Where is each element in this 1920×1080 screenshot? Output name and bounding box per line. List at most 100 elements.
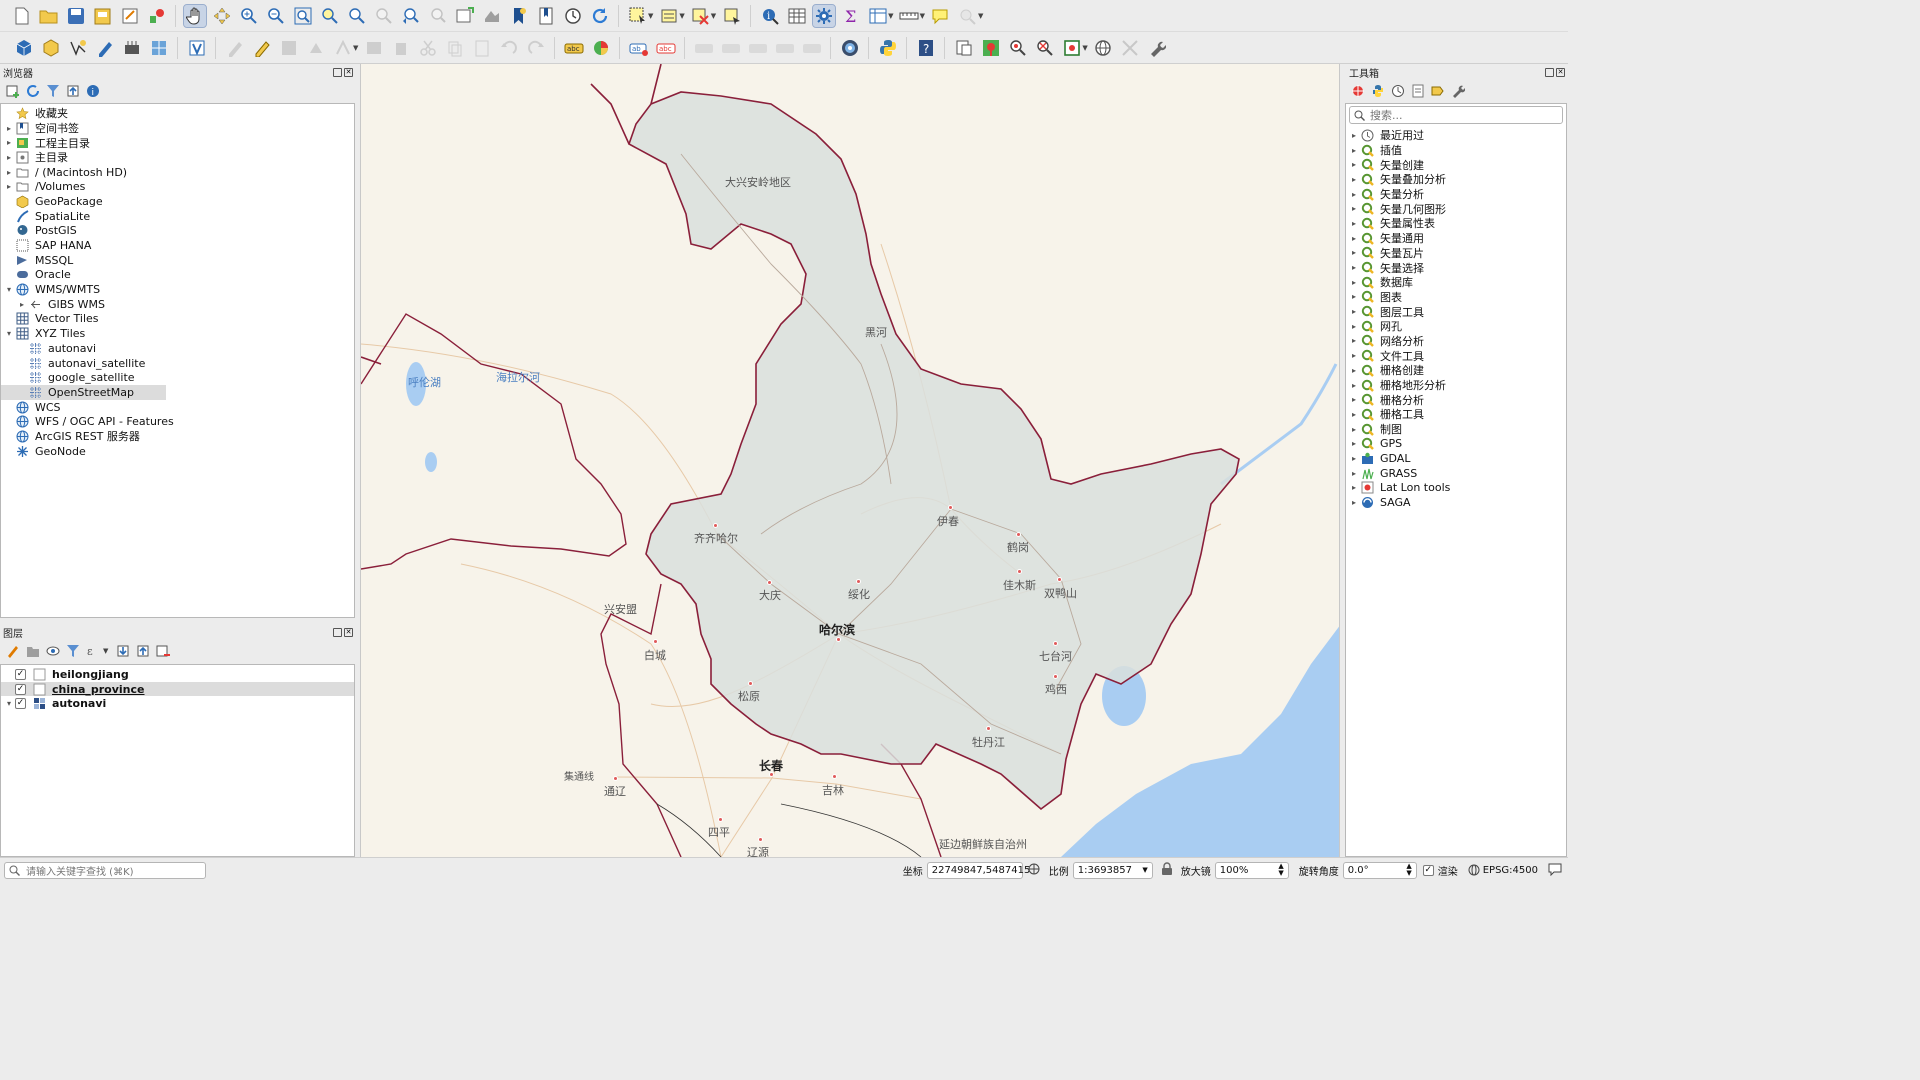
manage-visibility-icon[interactable] <box>46 644 60 658</box>
collapsed-arrow-icon[interactable]: ▸ <box>1348 160 1360 169</box>
measure-dropdown-icon[interactable]: ▼ <box>920 12 925 20</box>
zoom-out-map-icon[interactable] <box>1034 37 1056 59</box>
change-label-icon[interactable] <box>747 37 769 59</box>
toolbox-item[interactable]: ▸ 矢量通用 <box>1346 231 1566 246</box>
collapsed-arrow-icon[interactable]: ▸ <box>3 138 15 147</box>
extent-icon[interactable] <box>1061 37 1083 59</box>
collapsed-arrow-icon[interactable]: ▸ <box>1348 146 1360 155</box>
new-3d-map-view-icon[interactable] <box>481 5 503 27</box>
pan-to-selection-icon[interactable] <box>211 5 233 27</box>
rotate-label-icon[interactable] <box>720 37 742 59</box>
collapsed-arrow-icon[interactable]: ▸ <box>1348 336 1360 345</box>
digitize-icon[interactable] <box>94 37 116 59</box>
toolbox-item[interactable]: ▸ 网孔 <box>1346 319 1566 334</box>
properties-info-icon[interactable]: i <box>86 84 100 98</box>
browser-item[interactable]: ArcGIS REST 服务器 <box>1 429 354 444</box>
vertex-dropdown-icon[interactable]: ▼ <box>353 44 358 52</box>
browser-item[interactable]: WCS <box>1 400 354 415</box>
results-viewer-icon[interactable] <box>1411 84 1425 98</box>
history-icon[interactable] <box>1391 84 1405 98</box>
toolbox-item[interactable]: ▸ 栅格分析 <box>1346 392 1566 407</box>
browser-item[interactable]: OpenStreetMap <box>1 385 166 400</box>
coordinate-mode-icon[interactable] <box>1027 862 1045 879</box>
collapsed-arrow-icon[interactable]: ▸ <box>3 124 15 133</box>
collapsed-arrow-icon[interactable]: ▸ <box>1348 395 1360 404</box>
zoom-native-icon[interactable] <box>373 5 395 27</box>
collapsed-arrow-icon[interactable]: ▸ <box>1348 469 1360 478</box>
toolbox-item[interactable]: ▸ 矢量分析 <box>1346 187 1566 202</box>
copy-features-icon[interactable] <box>444 37 466 59</box>
collapsed-arrow-icon[interactable]: ▸ <box>1348 248 1360 257</box>
browser-item[interactable]: ▾ WMS/WMTS <box>1 282 354 297</box>
pin-labels-icon[interactable]: ab <box>628 37 650 59</box>
toolbox-item[interactable]: ▸ GPS <box>1346 436 1566 451</box>
layer-item[interactable]: ▾ ✓ autonavi <box>1 696 354 711</box>
toolbox-item[interactable]: ▸ 矢量几何图形 <box>1346 201 1566 216</box>
map-canvas[interactable]: 大兴安岭地区 黑河 呼伦湖 海拉尔河 伊春 鹤岗 齐齐哈尔 佳木斯 双鸭山 大庆… <box>360 64 1340 857</box>
collapsed-arrow-icon[interactable]: ▸ <box>1348 322 1360 331</box>
refresh-icon[interactable] <box>589 5 611 27</box>
toolbox-item[interactable]: ▸ 网络分析 <box>1346 334 1566 349</box>
toolbox-item[interactable]: ▸ 最近用过 <box>1346 128 1566 143</box>
current-edits-icon[interactable] <box>224 37 246 59</box>
toolbox-item[interactable]: ▸ GDAL <box>1346 451 1566 466</box>
filter-browser-icon[interactable] <box>46 84 60 98</box>
float-panel-icon[interactable] <box>333 627 342 637</box>
show-bookmarks-icon[interactable] <box>535 5 557 27</box>
settings-wrench-icon[interactable] <box>1146 37 1168 59</box>
browser-item[interactable]: ▸ /Volumes <box>1 179 354 194</box>
collapsed-arrow-icon[interactable]: ▸ <box>1348 219 1360 228</box>
delete-selected-icon[interactable] <box>390 37 412 59</box>
browser-item[interactable]: MSSQL <box>1 253 354 268</box>
filter-legend-icon[interactable] <box>66 644 80 658</box>
globe-icon[interactable] <box>1092 37 1114 59</box>
zoom-in-icon[interactable] <box>238 5 260 27</box>
collapse-all-icon[interactable] <box>66 84 80 98</box>
locator-search-box[interactable]: 请输入关键字查找 (⌘K) <box>4 861 206 879</box>
toolbox-item[interactable]: ▸ 矢量属性表 <box>1346 216 1566 231</box>
plugins-dropdown-icon[interactable]: ▼ <box>978 12 983 20</box>
collapsed-arrow-icon[interactable]: ▸ <box>16 300 28 309</box>
statistical-summary-icon[interactable]: Σ <box>840 5 862 27</box>
processing-toolbox-icon[interactable] <box>811 3 836 28</box>
help-icon[interactable]: ? <box>915 37 937 59</box>
close-panel-icon[interactable]: ✕ <box>344 627 353 637</box>
rotation-field[interactable]: 0.0° ▲ ▼ <box>1342 861 1417 879</box>
new-bookmark-icon[interactable] <box>508 5 530 27</box>
toolbox-item[interactable]: ▸ 栅格工具 <box>1346 407 1566 422</box>
toolbox-item[interactable]: ▸ 矢量创建 <box>1346 157 1566 172</box>
show-hide-labels-icon[interactable] <box>774 37 796 59</box>
new-geopackage-icon[interactable] <box>40 37 62 59</box>
add-selected-layers-icon[interactable] <box>6 84 20 98</box>
attribute-table-icon[interactable] <box>786 5 808 27</box>
add-group-icon[interactable] <box>26 644 40 658</box>
float-panel-icon[interactable] <box>1545 67 1554 77</box>
heilongjiang-province[interactable] <box>628 91 1240 811</box>
close-panel-icon[interactable]: ✕ <box>1556 67 1565 77</box>
collapsed-arrow-icon[interactable]: ▸ <box>1348 278 1360 287</box>
table-dropdown-icon[interactable]: ▼ <box>888 12 893 20</box>
toolbox-item[interactable]: ▸ 图层工具 <box>1346 304 1566 319</box>
zoom-to-layer-icon[interactable] <box>346 5 368 27</box>
collapsed-arrow-icon[interactable]: ▸ <box>3 168 15 177</box>
toolbox-item[interactable]: ▸ 矢量瓦片 <box>1346 246 1566 261</box>
paste-features-icon[interactable] <box>471 37 493 59</box>
close-panel-icon[interactable]: ✕ <box>344 67 353 77</box>
toolbox-item[interactable]: ▸ 图表 <box>1346 290 1566 305</box>
processing-model-icon[interactable] <box>1119 37 1141 59</box>
toolbox-item[interactable]: ▸ 矢量选择 <box>1346 260 1566 275</box>
browser-item[interactable]: ▸ / (Macintosh HD) <box>1 165 354 180</box>
open-project-icon[interactable] <box>38 5 60 27</box>
label-properties-icon[interactable] <box>801 37 823 59</box>
browser-item[interactable]: ▸ GIBS WMS <box>1 297 354 312</box>
toolbox-item[interactable]: ▸ 矢量叠加分析 <box>1346 172 1566 187</box>
layer-visibility-checkbox[interactable]: ✓ <box>15 698 26 710</box>
collapsed-arrow-icon[interactable]: ▸ <box>1348 234 1360 243</box>
browser-item[interactable]: WFS / OGC API - Features <box>1 414 354 429</box>
collapsed-arrow-icon[interactable]: ▸ <box>1348 366 1360 375</box>
toolbox-item[interactable]: ▸ 插值 <box>1346 143 1566 158</box>
toolbox-search-input[interactable] <box>1370 108 1550 122</box>
crs-button[interactable]: EPSG:4500 <box>1468 864 1538 876</box>
annotation-icon[interactable] <box>929 5 951 27</box>
collapsed-arrow-icon[interactable]: ▸ <box>1348 454 1360 463</box>
